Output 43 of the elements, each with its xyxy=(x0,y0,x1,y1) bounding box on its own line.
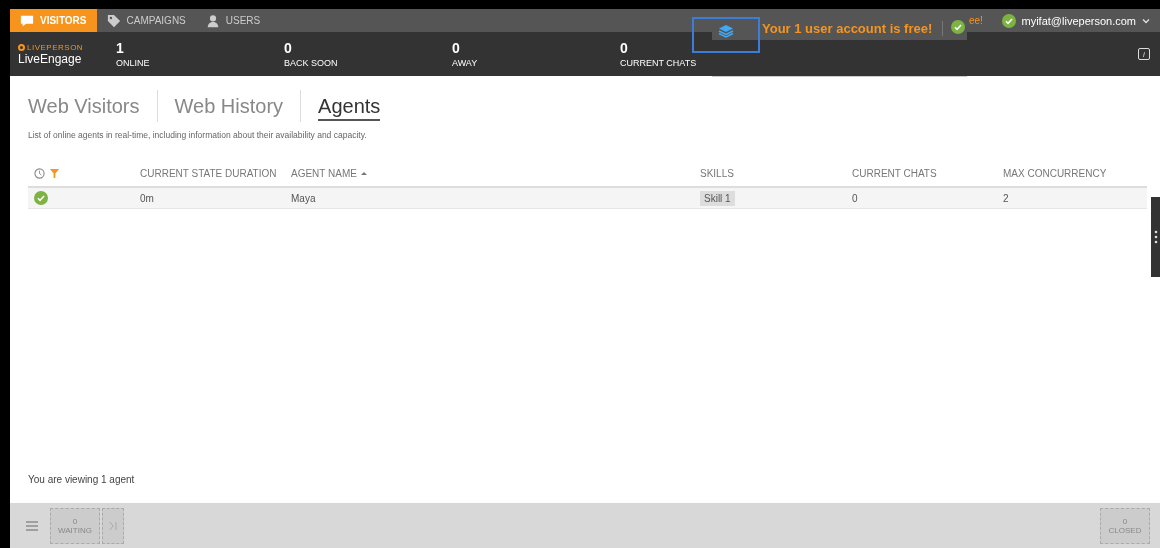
company-name: LIVEPERSON xyxy=(27,42,84,52)
table-cell: 2 xyxy=(1003,192,1009,204)
stat-label: AWAY xyxy=(452,58,479,68)
skip-end-icon xyxy=(109,520,117,531)
footer-text: You are viewing 1 agent xyxy=(28,474,136,485)
account-email[interactable]: myifat@liveperson.com xyxy=(1021,14,1136,27)
table-cell: 0m xyxy=(140,192,154,204)
stat-value: 0 xyxy=(620,40,629,56)
check-icon xyxy=(951,19,966,34)
description: List of online agents in real-time, including information about their availability and capacity. xyxy=(28,130,368,140)
stat-label: BACK SOON xyxy=(284,58,339,68)
filter-icon[interactable] xyxy=(49,167,60,179)
nav-tab[interactable]: USERS xyxy=(195,9,271,32)
column-header[interactable]: CURRENT STATE DURATION xyxy=(140,167,277,179)
stat-label: ONLINE xyxy=(116,58,151,68)
table-cell: Maya xyxy=(291,192,316,204)
stat-label: CURRENT CHATS xyxy=(620,58,698,68)
chat-bubble-icon xyxy=(20,13,34,28)
info-button[interactable]: i xyxy=(1138,48,1150,60)
column-header[interactable]: MAX CONCURRENCY xyxy=(1003,167,1107,179)
page-tab[interactable]: Web History xyxy=(156,90,301,122)
menu-icon[interactable] xyxy=(26,519,38,532)
table-cell: 0 xyxy=(852,192,858,204)
column-header[interactable]: SKILLS xyxy=(700,167,734,179)
product-name: LiveEngage xyxy=(18,51,83,66)
column-header[interactable]: AGENT NAME xyxy=(291,167,368,179)
chevron-down-icon[interactable] xyxy=(1142,16,1150,25)
stat-value: 0 xyxy=(452,40,461,56)
page-tab[interactable]: Agents xyxy=(300,90,398,122)
nav-tab[interactable]: CAMPAIGNS xyxy=(96,9,196,32)
side-panel-handle[interactable] xyxy=(1151,197,1160,277)
banner-text: ee! xyxy=(969,14,983,28)
tag-icon xyxy=(106,13,121,28)
page-tab[interactable]: Web Visitors xyxy=(28,90,157,122)
skip-button[interactable] xyxy=(102,507,124,544)
stat-value: 1 xyxy=(116,40,125,56)
clock-icon[interactable] xyxy=(34,167,45,179)
skill-tag: Skill 1 xyxy=(700,190,735,206)
stat-value: 0 xyxy=(284,40,293,56)
column-header[interactable]: CURRENT CHATS xyxy=(852,167,937,179)
logo-ring-icon xyxy=(18,43,25,51)
layers-icon[interactable] xyxy=(718,24,734,38)
user-icon xyxy=(205,13,220,28)
